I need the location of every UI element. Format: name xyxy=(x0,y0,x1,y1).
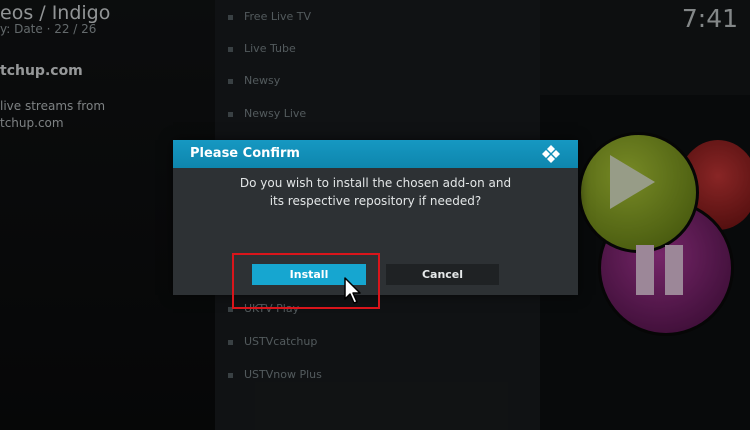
dialog-header: Please Confirm xyxy=(173,140,578,168)
kodi-logo-icon xyxy=(542,145,560,163)
cancel-button[interactable]: Cancel xyxy=(386,264,499,285)
dialog-title: Please Confirm xyxy=(190,146,300,161)
dialog-message-line-1: Do you wish to install the chosen add-on… xyxy=(239,176,512,190)
mouse-cursor-icon xyxy=(344,277,361,304)
dialog-message: Do you wish to install the chosen add-on… xyxy=(173,174,578,210)
dialog-message-line-2: its respective repository if needed? xyxy=(269,194,482,208)
